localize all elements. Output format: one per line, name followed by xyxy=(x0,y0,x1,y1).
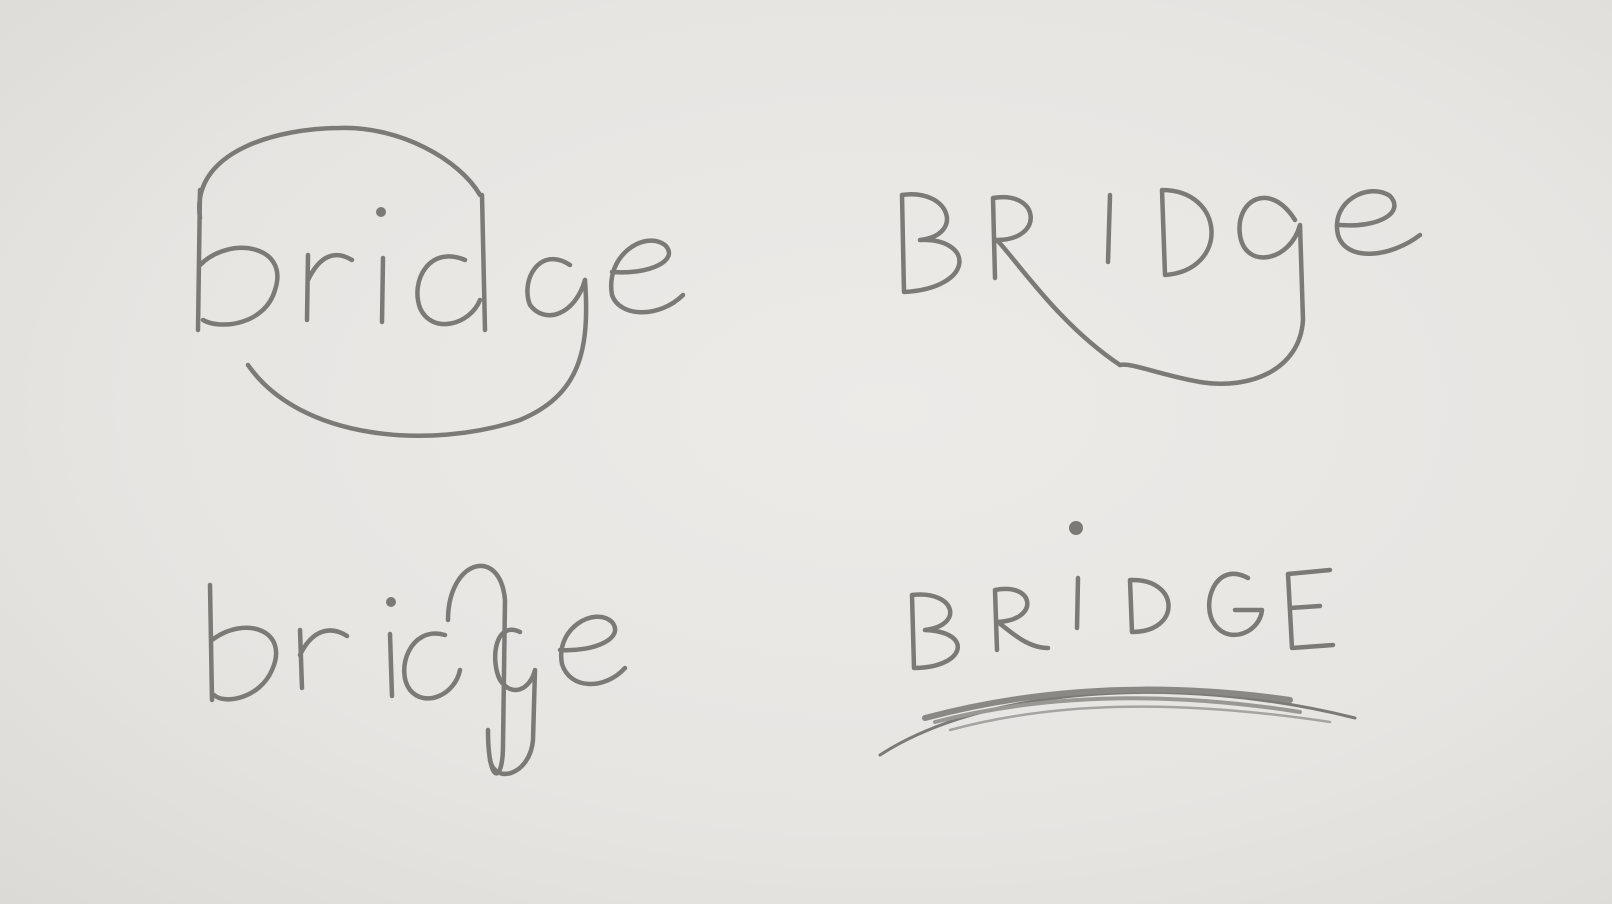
sketch-1-arc-top xyxy=(197,125,483,221)
sketch-1-bridge-circle xyxy=(195,125,686,438)
paper-sheet: bridge BRIDGe bridge BRIDGE xyxy=(0,0,1612,904)
sketch-3-bridge-arch xyxy=(207,563,628,777)
sketches-canvas xyxy=(195,125,1423,777)
sketch-2-bridge-swoop xyxy=(899,187,1423,386)
sketch-4-bridge-underline xyxy=(878,521,1357,757)
